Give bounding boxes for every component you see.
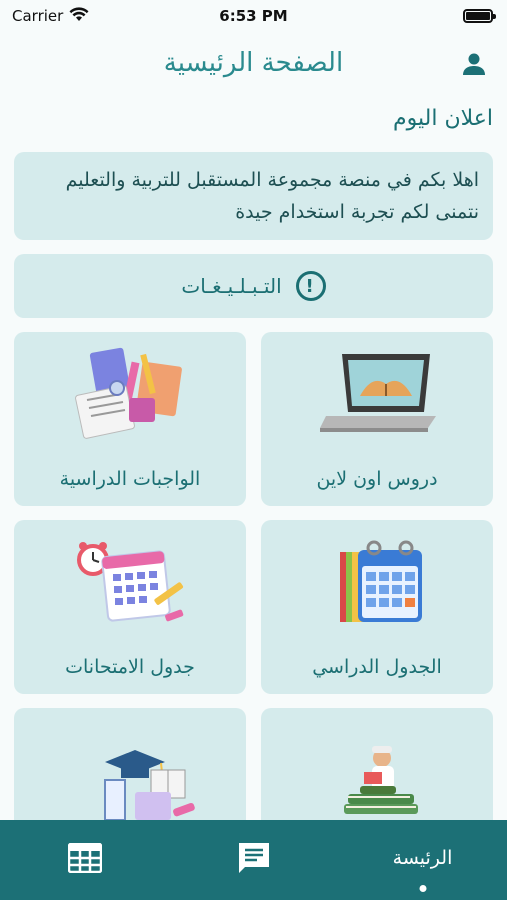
- notices-button[interactable]: ! التـبـلـيـغـات: [14, 254, 493, 318]
- status-bar: Carrier 6:53 PM: [0, 0, 507, 32]
- page-title: الصفحة الرئيسية: [163, 48, 344, 78]
- profile-button[interactable]: [458, 50, 490, 82]
- calendar-icon: [312, 532, 442, 632]
- announcement-text: اهلا بكم في منصة مجموعة المستقبل للتربية…: [65, 169, 479, 223]
- exam-schedule-icon: [65, 532, 195, 632]
- active-indicator: [419, 885, 426, 892]
- bottom-navigation: الرئيسة: [0, 820, 507, 900]
- reading-student-icon: [312, 720, 442, 820]
- nav-messages[interactable]: [194, 820, 314, 900]
- table-icon: [67, 842, 102, 877]
- nav-schedule[interactable]: [25, 820, 145, 900]
- card-label: جدول الامتحانات: [65, 656, 195, 678]
- announcement-heading: اعلان اليوم: [393, 106, 493, 131]
- status-time: 6:53 PM: [219, 7, 288, 25]
- card-label: الجدول الدراسي: [312, 656, 442, 678]
- card-online-lessons[interactable]: دروس اون لاين: [261, 332, 493, 506]
- laptop-book-icon: [312, 344, 442, 444]
- homework-icon: [65, 344, 195, 444]
- announcement-card: اهلا بكم في منصة مجموعة المستقبل للتربية…: [14, 152, 493, 240]
- card-label: دروس اون لاين: [316, 468, 438, 490]
- notices-label: التـبـلـيـغـات: [181, 274, 282, 298]
- exclamation-circle-icon: !: [295, 271, 326, 301]
- message-icon: [237, 841, 271, 879]
- graduation-books-icon: [65, 720, 195, 821]
- battery-level: [466, 12, 490, 20]
- header: الصفحة الرئيسية: [0, 40, 507, 90]
- card-label: الواجبات الدراسية: [59, 468, 201, 490]
- card-exam-schedule[interactable]: جدول الامتحانات: [14, 520, 246, 694]
- card-homework[interactable]: الواجبات الدراسية: [14, 332, 246, 506]
- person-icon: [461, 51, 487, 81]
- nav-home[interactable]: الرئيسة: [363, 820, 483, 900]
- card-class-schedule[interactable]: الجدول الدراسي: [261, 520, 493, 694]
- battery-icon: [463, 9, 496, 23]
- nav-home-label: الرئيسة: [392, 847, 453, 869]
